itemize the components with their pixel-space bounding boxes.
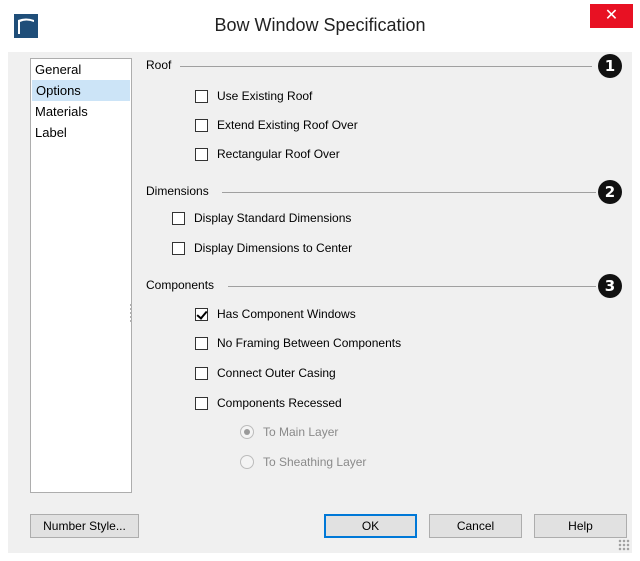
connect-outer-casing-checkbox[interactable]: Connect Outer Casing xyxy=(195,364,336,382)
checkbox-label: Connect Outer Casing xyxy=(217,366,336,380)
extend-existing-roof-over-checkbox[interactable]: Extend Existing Roof Over xyxy=(195,116,358,134)
callout-badge-2: 2 xyxy=(598,180,622,204)
radio-label: To Sheathing Layer xyxy=(263,455,367,469)
bow-window-specification-dialog: Bow Window Specification ✕ General Optio… xyxy=(0,0,640,561)
callout-badge-1: 1 xyxy=(598,54,622,78)
checkbox-box-checked[interactable] xyxy=(195,307,208,321)
radio-button-selected[interactable] xyxy=(240,425,254,439)
close-icon: ✕ xyxy=(604,7,619,24)
resize-grip-icon[interactable] xyxy=(618,539,630,551)
display-standard-dimensions-checkbox[interactable]: Display Standard Dimensions xyxy=(172,209,351,227)
dialog-body: General Options Materials Label Roof 1 U… xyxy=(8,52,632,553)
to-main-layer-radio[interactable]: To Main Layer xyxy=(240,423,338,441)
no-framing-between-components-checkbox[interactable]: No Framing Between Components xyxy=(195,334,401,352)
use-existing-roof-checkbox[interactable]: Use Existing Roof xyxy=(195,87,312,105)
checkbox-box[interactable] xyxy=(172,211,185,225)
checkbox-box[interactable] xyxy=(195,396,208,410)
radio-label: To Main Layer xyxy=(263,425,339,439)
nav-item-materials[interactable]: Materials xyxy=(31,101,131,122)
roof-section-divider xyxy=(180,66,592,67)
checkbox-label: Use Existing Roof xyxy=(217,89,313,103)
display-dimensions-to-center-checkbox[interactable]: Display Dimensions to Center xyxy=(172,239,352,257)
radio-button[interactable] xyxy=(240,455,254,469)
help-button[interactable]: Help xyxy=(534,514,627,538)
nav-item-label[interactable]: Label xyxy=(31,122,131,143)
roof-section-label: Roof xyxy=(146,58,172,72)
category-list[interactable]: General Options Materials Label xyxy=(30,58,132,493)
checkbox-label: Components Recessed xyxy=(217,396,342,410)
components-section-divider xyxy=(228,286,596,287)
window-title: Bow Window Specification xyxy=(214,15,426,35)
rectangular-roof-over-checkbox[interactable]: Rectangular Roof Over xyxy=(195,145,340,163)
components-section-label: Components xyxy=(146,278,215,292)
splitter-handle[interactable] xyxy=(130,304,132,324)
checkbox-box[interactable] xyxy=(195,118,208,132)
dimensions-section-label: Dimensions xyxy=(146,184,209,198)
checkbox-label: Rectangular Roof Over xyxy=(217,147,340,161)
to-sheathing-layer-radio[interactable]: To Sheathing Layer xyxy=(240,453,366,471)
checkbox-box[interactable] xyxy=(195,336,208,350)
cancel-button[interactable]: Cancel xyxy=(429,514,522,538)
components-recessed-checkbox[interactable]: Components Recessed xyxy=(195,394,342,412)
nav-item-options[interactable]: Options xyxy=(32,80,130,101)
title-bar[interactable]: Bow Window Specification ✕ xyxy=(0,0,640,52)
has-component-windows-checkbox[interactable]: Has Component Windows xyxy=(195,305,356,323)
checkbox-box[interactable] xyxy=(195,89,208,103)
nav-item-general[interactable]: General xyxy=(31,59,131,80)
number-style-button[interactable]: Number Style... xyxy=(30,514,139,538)
checkbox-label: No Framing Between Components xyxy=(217,336,402,350)
checkbox-label: Display Standard Dimensions xyxy=(194,211,352,225)
checkbox-box[interactable] xyxy=(195,147,208,161)
close-button[interactable]: ✕ xyxy=(590,4,633,28)
checkbox-label: Extend Existing Roof Over xyxy=(217,118,358,132)
checkbox-box[interactable] xyxy=(195,366,208,380)
callout-badge-3: 3 xyxy=(598,274,622,298)
ok-button[interactable]: OK xyxy=(324,514,417,538)
checkbox-box[interactable] xyxy=(172,241,185,255)
checkbox-label: Has Component Windows xyxy=(217,307,356,321)
checkbox-label: Display Dimensions to Center xyxy=(194,241,353,255)
dimensions-section-divider xyxy=(222,192,596,193)
